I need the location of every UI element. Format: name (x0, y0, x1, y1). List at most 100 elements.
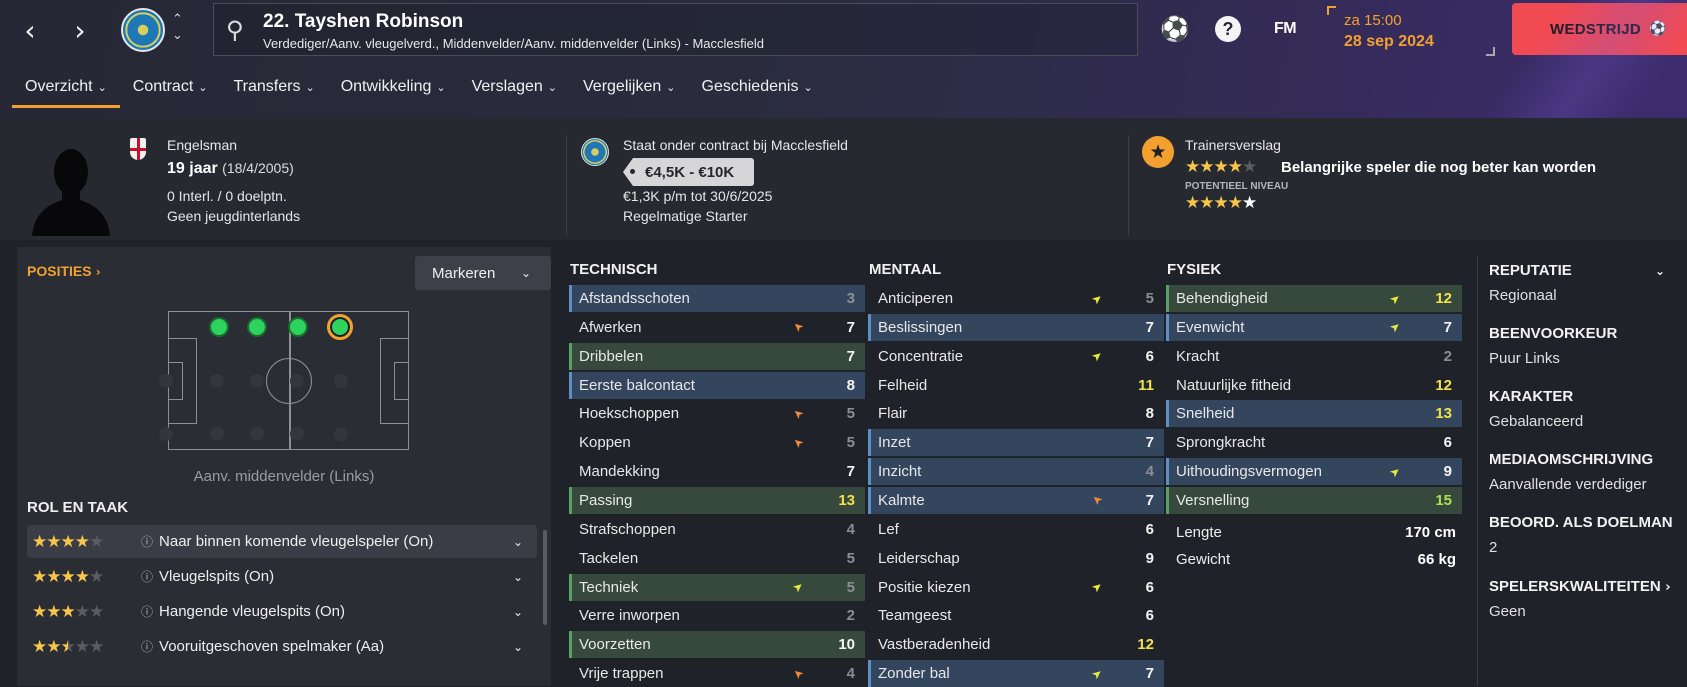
attribute-row[interactable]: Uithoudingsvermogen ➤ 9 (1166, 458, 1462, 486)
up-down-arrows-icon[interactable]: ⌃ ⌄ (172, 12, 183, 44)
chevron-down-icon: ⌄ (547, 81, 557, 94)
role-row[interactable]: ★★★★★ ⓘ Hangende vleugelspits (On) ⌄ (27, 595, 537, 628)
fm-logo[interactable]: FM (1268, 14, 1302, 44)
attribute-row[interactable]: Verre inworpen 2 (569, 602, 865, 629)
positions-header[interactable]: POSITIES › (27, 263, 101, 279)
chevron-down-icon[interactable]: ⌄ (1655, 264, 1665, 278)
attribute-row[interactable]: Vastberadenheid 12 (868, 631, 1164, 658)
attribute-row[interactable]: Lef 6 (868, 516, 1164, 543)
attribute-row[interactable]: Concentratie ➤ 6 (868, 343, 1164, 370)
chevron-down-icon[interactable]: ⌄ (513, 640, 523, 654)
attribute-row[interactable]: Passing 13 (569, 486, 865, 514)
tab-geschiedenis[interactable]: Geschiedenis ⌄ (689, 70, 826, 110)
chevron-right-icon[interactable]: › (64, 14, 96, 47)
club-crest[interactable] (121, 8, 165, 52)
attribute-row[interactable]: Tackelen 5 (569, 545, 865, 572)
attribute-row[interactable]: Flair 8 (868, 400, 1164, 427)
sidebar-heading: BEOORD. ALS DOELMAN (1489, 514, 1673, 531)
sidebar-heading: REPUTATIE ⌄ (1489, 262, 1665, 279)
attribute-row[interactable]: Beslissingen 7 (868, 313, 1164, 341)
position-dot[interactable] (288, 317, 308, 337)
role-row[interactable]: ★★★★★ ⓘ Vleugelspits (On) ⌄ (27, 560, 537, 593)
attribute-value: 12 (1435, 376, 1452, 394)
sidebar-value: Aanvallende verdediger (1489, 476, 1647, 493)
attribute-value: 4 (846, 665, 855, 683)
attribute-row[interactable]: Koppen ➤ 5 (569, 429, 865, 456)
help-icon[interactable]: ? (1213, 14, 1243, 44)
scrollbar[interactable] (543, 530, 547, 625)
attribute-row[interactable]: Teamgeest 6 (868, 602, 1164, 629)
tab-verslagen[interactable]: Verslagen ⌄ (459, 70, 570, 110)
chevron-down-icon[interactable]: ⌄ (513, 605, 523, 619)
chevron-down-icon[interactable]: ⌄ (513, 570, 523, 584)
attribute-value: 7 (846, 318, 855, 336)
tab-label: Vergelijken (583, 78, 662, 95)
attribute-row[interactable]: Evenwicht ➤ 7 (1166, 313, 1462, 341)
attribute-row[interactable]: Felheid 11 (868, 372, 1164, 399)
attribute-value: 7 (1145, 434, 1154, 452)
attribute-row[interactable]: Sprongkracht 6 (1166, 429, 1462, 456)
role-label: Hangende vleugelspits (On) (159, 603, 345, 620)
info-icon[interactable]: ⓘ (141, 568, 153, 585)
attribute-row[interactable]: Mandekking 7 (569, 458, 865, 485)
role-stars: ★★★★★ (32, 636, 104, 657)
attribute-value: 6 (1145, 347, 1154, 365)
club-crest-small[interactable] (581, 138, 609, 166)
search-icon[interactable]: ⚲ (226, 16, 244, 44)
attribute-row[interactable]: Behendigheid ➤ 12 (1166, 285, 1462, 312)
attribute-label: Dribbelen (579, 347, 644, 365)
tab-contract[interactable]: Contract ⌄ (120, 70, 221, 110)
attribute-row[interactable]: Kracht 2 (1166, 343, 1462, 370)
mental-header: MENTAAL (869, 261, 942, 278)
attribute-label: Lef (878, 520, 899, 538)
info-icon[interactable]: ⓘ (141, 603, 153, 620)
attribute-row[interactable]: Voorzetten 10 (569, 631, 865, 659)
tab-ontwikkeling[interactable]: Ontwikkeling ⌄ (328, 70, 459, 110)
attribute-value: 9 (1145, 549, 1154, 567)
trend-up-icon: ➤ (1088, 578, 1106, 596)
attribute-value: 2 (1443, 347, 1452, 365)
sidebar-block: BEENVOORKEUR Puur Links (1489, 325, 1679, 367)
role-row[interactable]: ★★★★★ ⓘ Vooruitgeschoven spelmaker (Aa) ⌄ (27, 630, 537, 663)
tab-vergelijken[interactable]: Vergelijken ⌄ (570, 70, 689, 110)
position-dot[interactable] (247, 317, 267, 337)
attribute-row[interactable]: Leiderschap 9 (868, 545, 1164, 572)
attribute-row[interactable]: Inzicht 4 (868, 458, 1164, 486)
attribute-row[interactable]: Hoekschoppen ➤ 5 (569, 400, 865, 427)
sidebar-block[interactable]: SPELERSKWALITEITEN › Geen (1489, 578, 1679, 620)
attribute-row[interactable]: Inzet 7 (868, 429, 1164, 457)
attribute-row[interactable]: Natuurlijke fitheid 12 (1166, 372, 1462, 399)
attribute-row[interactable]: Vrije trappen ➤ 4 (569, 660, 865, 687)
position-dot-selected[interactable] (327, 314, 353, 340)
attribute-label: Evenwicht (1176, 318, 1245, 336)
attribute-row[interactable]: Kalmte ➤ 7 (868, 486, 1164, 514)
attribute-row[interactable]: Dribbelen 7 (569, 342, 865, 370)
position-dot[interactable] (209, 317, 229, 337)
football-icon[interactable]: ⚽ (1160, 14, 1190, 44)
attribute-row[interactable]: Afwerken ➤ 7 (569, 314, 865, 341)
chevron-down-icon[interactable]: ⌄ (513, 535, 523, 549)
role-row[interactable]: ★★★★★ ⓘ Naar binnen komende vleugelspeler … (27, 525, 537, 558)
attribute-row[interactable]: Eerste balcontact 8 (569, 371, 865, 399)
info-icon[interactable]: ⓘ (141, 638, 153, 655)
attribute-value: 7 (1145, 665, 1154, 683)
sidebar-block[interactable]: REPUTATIE ⌄ Regionaal (1489, 262, 1679, 304)
tab-transfers[interactable]: Transfers ⌄ (220, 70, 327, 110)
attribute-row[interactable]: Techniek ➤ 5 (569, 573, 865, 601)
attribute-row[interactable]: Versnelling 15 (1166, 486, 1462, 514)
player-header[interactable]: ⚲ 22. Tayshen Robinson Verdediger/Aanv. … (213, 3, 1138, 56)
mark-dropdown[interactable]: Markeren ⌄ (415, 256, 551, 290)
attribute-row[interactable]: Positie kiezen ➤ 6 (868, 574, 1164, 601)
chevron-down-icon: ⌄ (198, 81, 208, 94)
info-icon[interactable]: ⓘ (141, 533, 153, 550)
attribute-row[interactable]: Zonder bal ➤ 7 (868, 660, 1164, 687)
tab-overzicht[interactable]: Overzicht ⌄ (12, 70, 120, 110)
attribute-row[interactable]: Afstandsschoten 3 (569, 285, 865, 312)
transfer-value-badge[interactable]: €4,5K - €10K (623, 158, 755, 186)
attribute-row[interactable]: Anticiperen ➤ 5 (868, 285, 1164, 312)
chevron-left-icon[interactable]: ‹ (14, 14, 46, 47)
match-button[interactable]: WEDSTRIJD ⚽ (1512, 3, 1687, 55)
attribute-row[interactable]: Snelheid 13 (1166, 400, 1462, 428)
date-box[interactable]: za 15:00 28 sep 2024 (1327, 6, 1495, 56)
attribute-row[interactable]: Strafschoppen 4 (569, 516, 865, 543)
